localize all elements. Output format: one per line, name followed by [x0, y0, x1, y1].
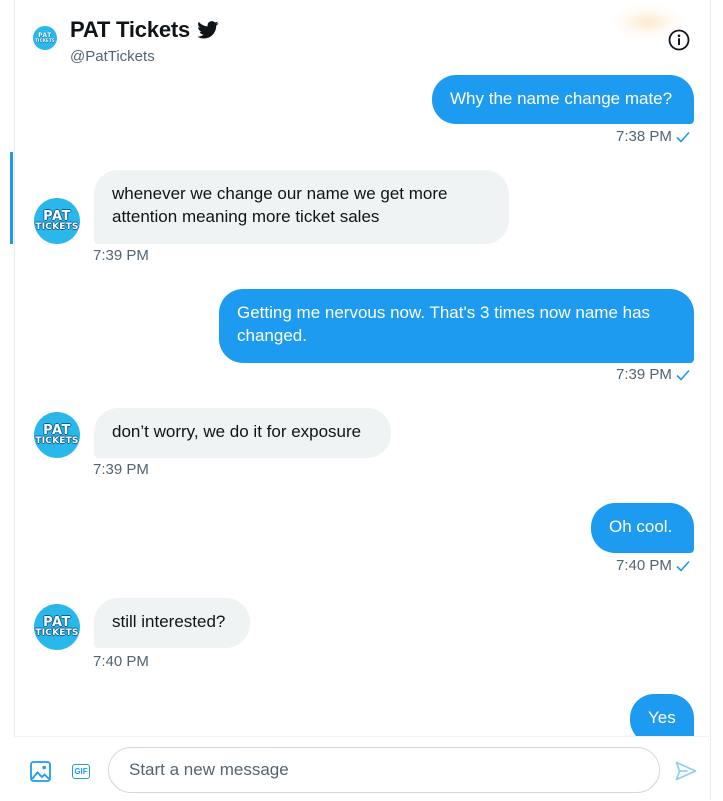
timestamp-text: 7:39 PM: [616, 366, 672, 383]
message-bubble[interactable]: whenever we change our name we get more …: [94, 170, 509, 244]
message-bubble[interactable]: Getting me nervous now. That's 3 times n…: [219, 289, 694, 363]
add-media-button[interactable]: [28, 759, 52, 783]
sender-avatar[interactable]: PAT TICKETS: [34, 198, 80, 244]
conversation-info-button[interactable]: [668, 29, 690, 51]
message-timestamp: 7:40 PM: [93, 653, 149, 670]
timestamp-text: 7:40 PM: [93, 653, 149, 670]
twitter-bird-icon: [197, 21, 219, 39]
timestamp-text: 7:40 PM: [616, 557, 672, 574]
avatar-text-line2: TICKETS: [35, 221, 79, 232]
contact-name-row[interactable]: PAT Tickets: [70, 17, 219, 43]
send-button[interactable]: [674, 759, 698, 783]
message-bubble[interactable]: still interested?: [94, 598, 250, 648]
info-icon: [668, 29, 690, 51]
focus-indicator: [10, 152, 13, 244]
conversation-header: PAT TICKETS PAT Tickets @PatTickets: [14, 0, 709, 70]
message-bubble[interactable]: Why the name change mate?: [432, 75, 694, 124]
message-timestamp: 7:40 PM: [616, 557, 690, 574]
timestamp-text: 7:39 PM: [93, 461, 149, 478]
checkmark-icon: [676, 369, 690, 381]
timestamp-text: 7:38 PM: [616, 128, 672, 145]
avatar-text-line2: TICKETS: [35, 37, 55, 43]
message-composer: GIF: [14, 736, 709, 801]
message-bubble[interactable]: Oh cool.: [591, 503, 694, 553]
message-timestamp: 7:38 PM: [616, 128, 690, 145]
checkmark-icon: [676, 131, 690, 143]
sender-avatar[interactable]: PAT TICKETS: [34, 412, 80, 458]
timestamp-text: 7:39 PM: [93, 247, 149, 264]
message-bubble[interactable]: don’t worry, we do it for exposure: [94, 408, 391, 458]
checkmark-icon: [676, 560, 690, 572]
header-avatar[interactable]: PAT TICKETS: [33, 26, 57, 50]
message-timestamp: 7:39 PM: [616, 366, 690, 383]
message-input[interactable]: [108, 747, 660, 793]
send-icon: [675, 761, 697, 781]
avatar-text-line2: TICKETS: [35, 627, 79, 638]
message-timestamp: 7:39 PM: [93, 461, 149, 478]
avatar-text-line2: TICKETS: [35, 435, 79, 446]
message-timestamp: 7:39 PM: [93, 247, 149, 264]
add-gif-button[interactable]: GIF: [69, 759, 93, 783]
image-icon: [29, 760, 51, 782]
contact-name: PAT Tickets: [70, 17, 191, 42]
gif-icon: GIF: [72, 763, 90, 779]
sender-avatar[interactable]: PAT TICKETS: [34, 604, 80, 650]
contact-handle: @PatTickets: [70, 48, 155, 65]
